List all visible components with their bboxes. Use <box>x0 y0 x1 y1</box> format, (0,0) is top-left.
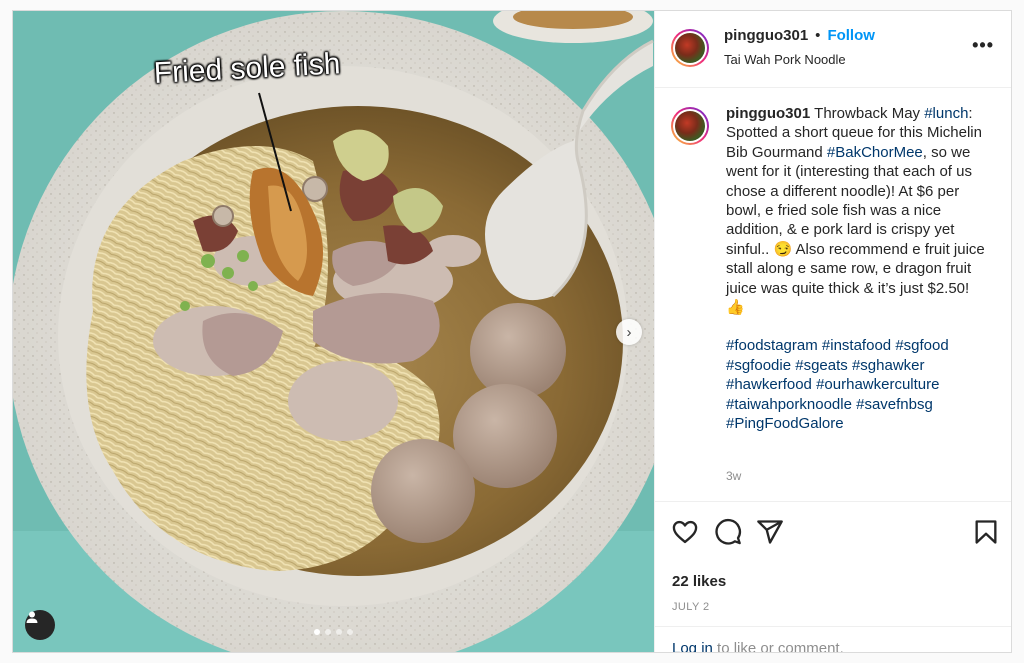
next-image-button[interactable]: › <box>616 319 642 345</box>
comments-area: pingguo301 Throwback May #lunch: Spotted … <box>655 88 1011 500</box>
share-icon[interactable] <box>756 518 784 546</box>
hashtag-link[interactable]: #sgfoodie <box>726 357 791 374</box>
avatar[interactable] <box>671 29 709 67</box>
login-rest-text: to like or comment. <box>712 640 844 653</box>
tagged-users-button[interactable] <box>25 610 55 640</box>
post-time[interactable]: 3w <box>726 469 741 483</box>
hashtag-link[interactable]: #hawkerfood <box>726 376 812 393</box>
more-options-icon[interactable]: ••• <box>972 35 994 56</box>
post-header: pingguo301 • Follow Tai Wah Pork Noodle … <box>655 11 1011 88</box>
caption-text: , so we went for it (interesting that ea… <box>726 143 985 317</box>
avatar-image <box>675 33 705 63</box>
caption-username[interactable]: pingguo301 <box>726 105 810 122</box>
caption-avatar[interactable] <box>671 107 709 145</box>
caption-text: Throwback May <box>814 105 925 122</box>
hashtag-link[interactable]: #sgeats <box>795 357 848 374</box>
carousel-dot <box>325 629 331 635</box>
hashtag-link[interactable]: #sghawker <box>852 357 925 374</box>
noodle-bowl-photo <box>13 11 654 652</box>
separator-dot: • <box>815 27 821 44</box>
hashtag-link[interactable]: #savefnbsg <box>856 396 933 413</box>
carousel-indicator <box>314 629 353 635</box>
caption-body: Throwback May #lunch: Spotted a short qu… <box>726 105 985 316</box>
location-link[interactable]: Tai Wah Pork Noodle <box>724 52 846 67</box>
post-sidebar: pingguo301 • Follow Tai Wah Pork Noodle … <box>654 11 1011 653</box>
comment-icon[interactable] <box>714 518 742 546</box>
avatar-image <box>675 111 705 141</box>
login-prompt: Log in to like or comment. <box>655 626 1011 653</box>
hashtag-link[interactable]: #PingFoodGalore <box>726 415 844 432</box>
user-tag-icon <box>26 611 38 623</box>
hashtag-link[interactable]: #instafood <box>822 337 891 354</box>
carousel-dot <box>314 629 320 635</box>
hashtag-link[interactable]: #foodstagram <box>726 337 818 354</box>
follow-button[interactable]: Follow <box>827 27 875 44</box>
hashtag-link[interactable]: #BakChorMee <box>827 144 923 161</box>
hashtag-link[interactable]: #lunch <box>924 105 968 122</box>
login-link[interactable]: Log in <box>672 640 713 652</box>
post-caption: pingguo301 Throwback May #lunch: Spotted … <box>726 104 992 434</box>
post-date: JULY 2 <box>672 601 710 613</box>
post-image[interactable]: Fried sole fish › <box>13 11 654 652</box>
action-section: 22 likes JULY 2 Log in to like or commen… <box>655 501 1011 653</box>
bookmark-icon[interactable] <box>972 518 1000 546</box>
post-card: Fried sole fish › pingguo301 • Follow Ta… <box>12 10 1012 653</box>
carousel-dot <box>347 629 353 635</box>
hashtag-link[interactable]: #ourhawkerculture <box>816 376 939 393</box>
heart-icon[interactable] <box>671 518 699 546</box>
carousel-dot <box>336 629 342 635</box>
hashtag-link[interactable]: #taiwahporknoodle <box>726 396 852 413</box>
likes-count[interactable]: 22 likes <box>672 573 726 590</box>
hashtag-link[interactable]: #sgfood <box>895 337 948 354</box>
header-username[interactable]: pingguo301 <box>724 27 808 44</box>
chevron-right-icon: › <box>626 323 632 341</box>
caption-hashtags: #foodstagram #instafood #sgfood #sgfoodi… <box>726 336 992 433</box>
